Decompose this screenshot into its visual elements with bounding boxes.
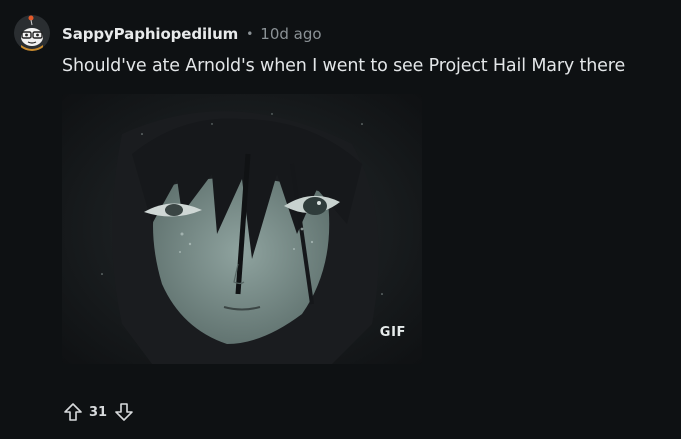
downvote-button[interactable]: [113, 401, 135, 423]
downvote-arrow-icon: [115, 403, 133, 421]
comment-header: SappyPaphiopedilum • 10d ago: [62, 22, 322, 46]
comment-timestamp[interactable]: 10d ago: [260, 25, 321, 43]
comment-text: Should've ate Arnold's when I went to se…: [62, 56, 626, 76]
upvote-button[interactable]: [62, 401, 84, 423]
vote-score: 31: [89, 404, 108, 420]
meta-separator: •: [246, 27, 254, 41]
upvote-arrow-icon: [64, 403, 82, 421]
comment-actions: 31: [62, 400, 135, 424]
gif-media[interactable]: GIF: [62, 94, 422, 364]
author-username[interactable]: SappyPaphiopedilum: [62, 25, 238, 43]
comment: SappyPaphiopedilum • 10d ago Should've a…: [0, 0, 681, 439]
snoo-avatar-icon: [14, 15, 50, 51]
gif-badge: GIF: [379, 325, 406, 340]
user-avatar[interactable]: [14, 15, 50, 51]
gif-image: [62, 94, 422, 364]
